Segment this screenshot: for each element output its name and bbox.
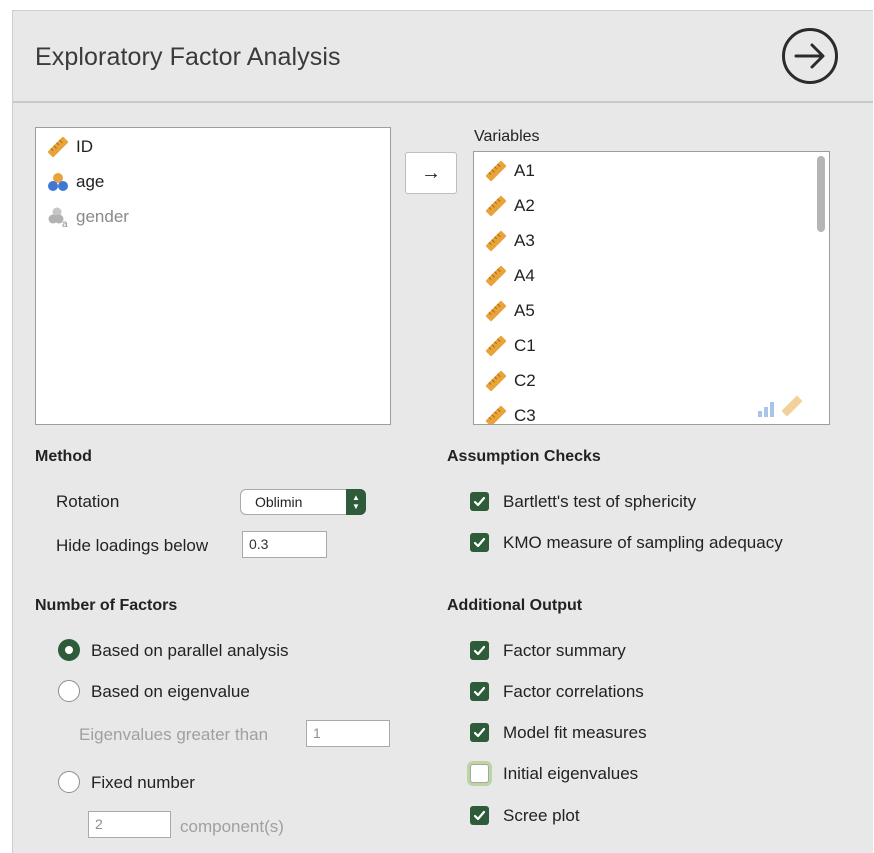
ruler-icon [46, 135, 70, 159]
list-item-label: ID [76, 137, 93, 156]
ruler-icon [781, 395, 803, 417]
scree-plot-label: Scree plot [503, 806, 580, 825]
checkmark-icon [473, 537, 486, 548]
checkmark-icon [473, 686, 486, 697]
model-fit-label: Model fit measures [503, 723, 647, 742]
ruler-icon [484, 299, 508, 323]
list-item[interactable]: A3 [484, 228, 535, 254]
allowed-types-indicator [757, 394, 805, 418]
list-item-label: age [76, 172, 105, 191]
run-analysis-button[interactable] [781, 27, 839, 85]
fixed-number-label: Fixed number [91, 773, 195, 792]
initial-eigenvalues-label: Initial eigenvalues [503, 764, 639, 783]
list-item-label: A1 [514, 161, 535, 180]
stepper-chevrons-icon: ▲ ▼ [346, 489, 366, 515]
list-item-label: C3 [514, 406, 536, 425]
factor-summary-checkbox[interactable] [470, 641, 489, 660]
components-label: component(s) [180, 817, 284, 836]
list-item-gender[interactable]: a gender [46, 204, 129, 230]
list-item-label: A4 [514, 266, 535, 285]
svg-text:a: a [62, 219, 68, 229]
list-item-label: C1 [514, 336, 536, 355]
kmo-label: KMO measure of sampling adequacy [503, 533, 783, 552]
checkmark-icon [473, 496, 486, 507]
scree-plot-checkbox[interactable] [470, 806, 489, 825]
analysis-panel: Exploratory Factor Analysis ID age a gen… [12, 10, 873, 853]
source-variable-list[interactable]: ID age a gender [35, 127, 391, 425]
variables-scrollbar[interactable] [815, 154, 827, 420]
title-divider [13, 101, 873, 103]
list-item-label: C2 [514, 371, 536, 390]
list-item-label: A5 [514, 301, 535, 320]
number-of-factors-heading: Number of Factors [35, 597, 178, 614]
rotation-value: Oblimin [255, 494, 303, 510]
ruler-icon [484, 194, 508, 218]
eigenvalue-label: Based on eigenvalue [91, 682, 250, 701]
list-item-age[interactable]: age [46, 169, 104, 195]
list-item-label: gender [76, 207, 129, 226]
variables-list[interactable]: A1 A2 A3 A4 A5 C1 C2 C3 [473, 151, 830, 425]
checkmark-icon [473, 727, 486, 738]
assumption-heading: Assumption Checks [447, 448, 601, 465]
fixed-number-radio[interactable] [58, 771, 80, 793]
eigenvalues-greater-label: Eigenvalues greater than [79, 725, 269, 744]
factor-correlations-checkbox[interactable] [470, 682, 489, 701]
list-item[interactable]: C1 [484, 333, 536, 359]
bar-chart-icon [758, 402, 774, 417]
list-item[interactable]: C3 [484, 403, 536, 425]
ruler-icon [484, 334, 508, 358]
move-to-variables-button[interactable]: → [405, 152, 457, 194]
list-item[interactable]: A1 [484, 158, 535, 184]
fixed-number-input[interactable]: 2 [88, 811, 171, 838]
nominal-icon [46, 170, 70, 194]
checkmark-icon [473, 645, 486, 656]
factor-correlations-label: Factor correlations [503, 682, 644, 701]
ruler-icon [484, 264, 508, 288]
list-item[interactable]: C2 [484, 368, 536, 394]
list-item-label: A3 [514, 231, 535, 250]
bartlett-label: Bartlett's test of sphericity [503, 492, 697, 511]
kmo-checkbox[interactable] [470, 533, 489, 552]
rotation-select[interactable]: Oblimin ▲ ▼ [240, 489, 366, 515]
initial-eigenvalues-checkbox[interactable] [470, 764, 489, 783]
variables-label: Variables [474, 128, 540, 145]
ruler-icon [484, 159, 508, 183]
list-item-id[interactable]: ID [46, 134, 93, 160]
bartlett-checkbox[interactable] [470, 492, 489, 511]
list-item[interactable]: A5 [484, 298, 535, 324]
rotation-label: Rotation [56, 492, 120, 511]
page-title: Exploratory Factor Analysis [35, 43, 341, 71]
method-heading: Method [35, 448, 92, 465]
list-item[interactable]: A2 [484, 193, 535, 219]
parallel-analysis-label: Based on parallel analysis [91, 641, 289, 660]
ruler-icon [484, 404, 508, 424]
scrollbar-thumb[interactable] [817, 156, 825, 232]
hide-loadings-input[interactable]: 0.3 [242, 531, 327, 558]
ruler-icon [484, 369, 508, 393]
additional-output-heading: Additional Output [447, 597, 583, 614]
hide-loadings-label: Hide loadings below [56, 536, 209, 555]
eigenvalue-radio[interactable] [58, 680, 80, 702]
list-item[interactable]: A4 [484, 263, 535, 289]
model-fit-checkbox[interactable] [470, 723, 489, 742]
list-item-label: A2 [514, 196, 535, 215]
factor-summary-label: Factor summary [503, 641, 626, 660]
arrow-circle-icon [782, 28, 838, 84]
parallel-analysis-radio[interactable] [58, 639, 80, 661]
nominal-text-icon: a [46, 205, 70, 230]
ruler-icon [484, 229, 508, 253]
checkmark-icon [473, 810, 486, 821]
eigenvalue-threshold-input[interactable]: 1 [306, 720, 390, 747]
